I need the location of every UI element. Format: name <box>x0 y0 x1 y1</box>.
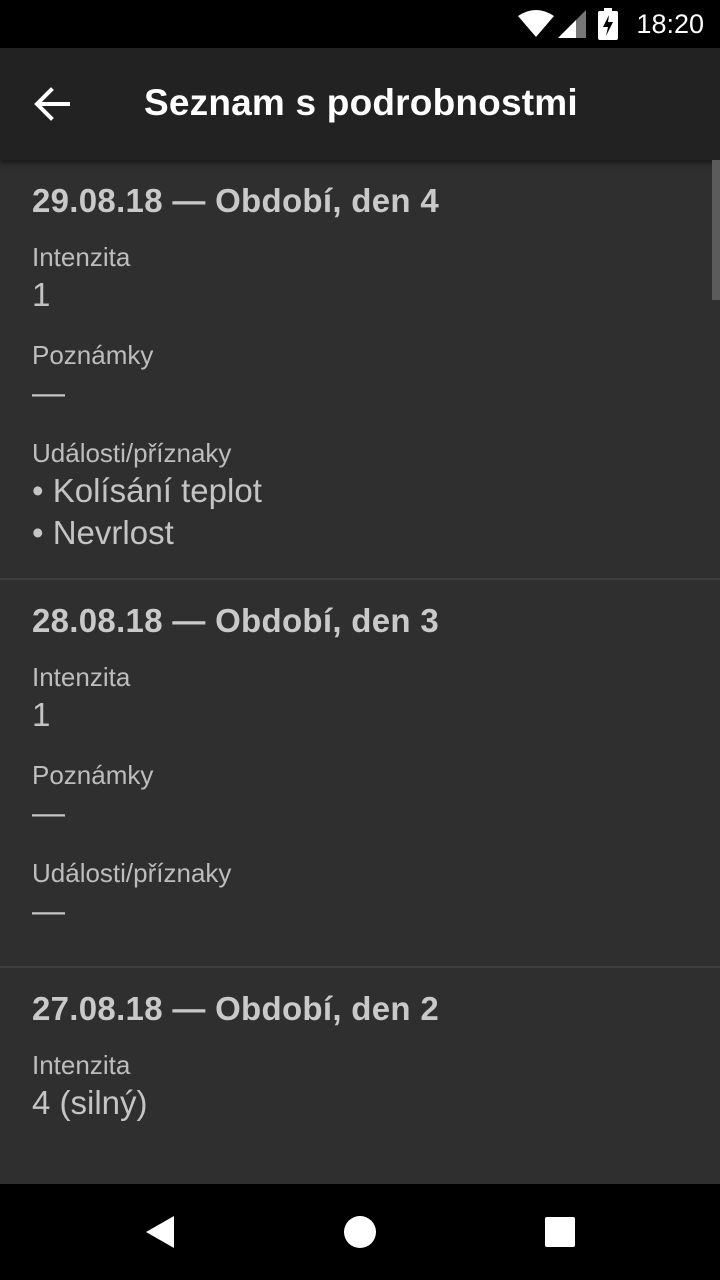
intensity-label: Intenzita <box>32 662 131 692</box>
events-label: Události/příznaky <box>32 438 232 468</box>
cell-signal-icon <box>558 10 586 38</box>
list-item[interactable]: 28.08.18 — Období, den 3 Intenzita 1 Poz… <box>0 578 720 966</box>
events-label: Události/příznaky <box>32 858 232 888</box>
nav-back-button[interactable] <box>132 1204 188 1260</box>
notes-value: — <box>32 374 65 411</box>
intensity-value: 4 (silný) <box>32 1084 148 1121</box>
intensity-label: Intenzita <box>32 242 131 272</box>
status-bar: 18:20 <box>0 0 720 48</box>
status-icons <box>430 8 630 40</box>
entry-title: 27.08.18 — Období, den 2 <box>32 990 439 1027</box>
list-item[interactable]: 27.08.18 — Období, den 2 Intenzita 4 (si… <box>0 966 720 1164</box>
details-list[interactable]: 29.08.18 — Období, den 4 Intenzita 1 Poz… <box>0 160 720 1184</box>
navigation-bar <box>0 1184 720 1280</box>
event-item: • Kolísání teplot <box>32 472 262 509</box>
app-bar: Seznam s podrobnostmi <box>0 48 720 160</box>
scrollbar-thumb[interactable] <box>712 160 720 300</box>
notes-label: Poznámky <box>32 760 154 790</box>
entry-title: 29.08.18 — Období, den 4 <box>32 182 439 219</box>
nav-home-button[interactable] <box>332 1204 388 1260</box>
notes-value: — <box>32 794 65 831</box>
wifi-icon <box>518 10 554 37</box>
battery-charging-icon <box>598 8 618 40</box>
event-item: — <box>32 892 65 929</box>
home-circle-icon <box>344 1216 376 1248</box>
back-triangle-icon <box>146 1216 174 1248</box>
back-button[interactable] <box>24 76 80 132</box>
nav-recents-button[interactable] <box>532 1204 588 1260</box>
intensity-value: 1 <box>32 276 51 313</box>
page-title: Seznam s podrobnostmi <box>144 82 578 123</box>
status-time: 18:20 <box>636 9 704 39</box>
entry-title: 28.08.18 — Období, den 3 <box>32 602 439 639</box>
list-item[interactable]: 29.08.18 — Období, den 4 Intenzita 1 Poz… <box>0 160 720 578</box>
event-item: • Nevrlost <box>32 514 174 551</box>
arrow-back-icon <box>34 87 70 121</box>
intensity-value: 1 <box>32 696 51 733</box>
recents-square-icon <box>545 1217 575 1247</box>
notes-label: Poznámky <box>32 340 154 370</box>
intensity-label: Intenzita <box>32 1050 131 1080</box>
